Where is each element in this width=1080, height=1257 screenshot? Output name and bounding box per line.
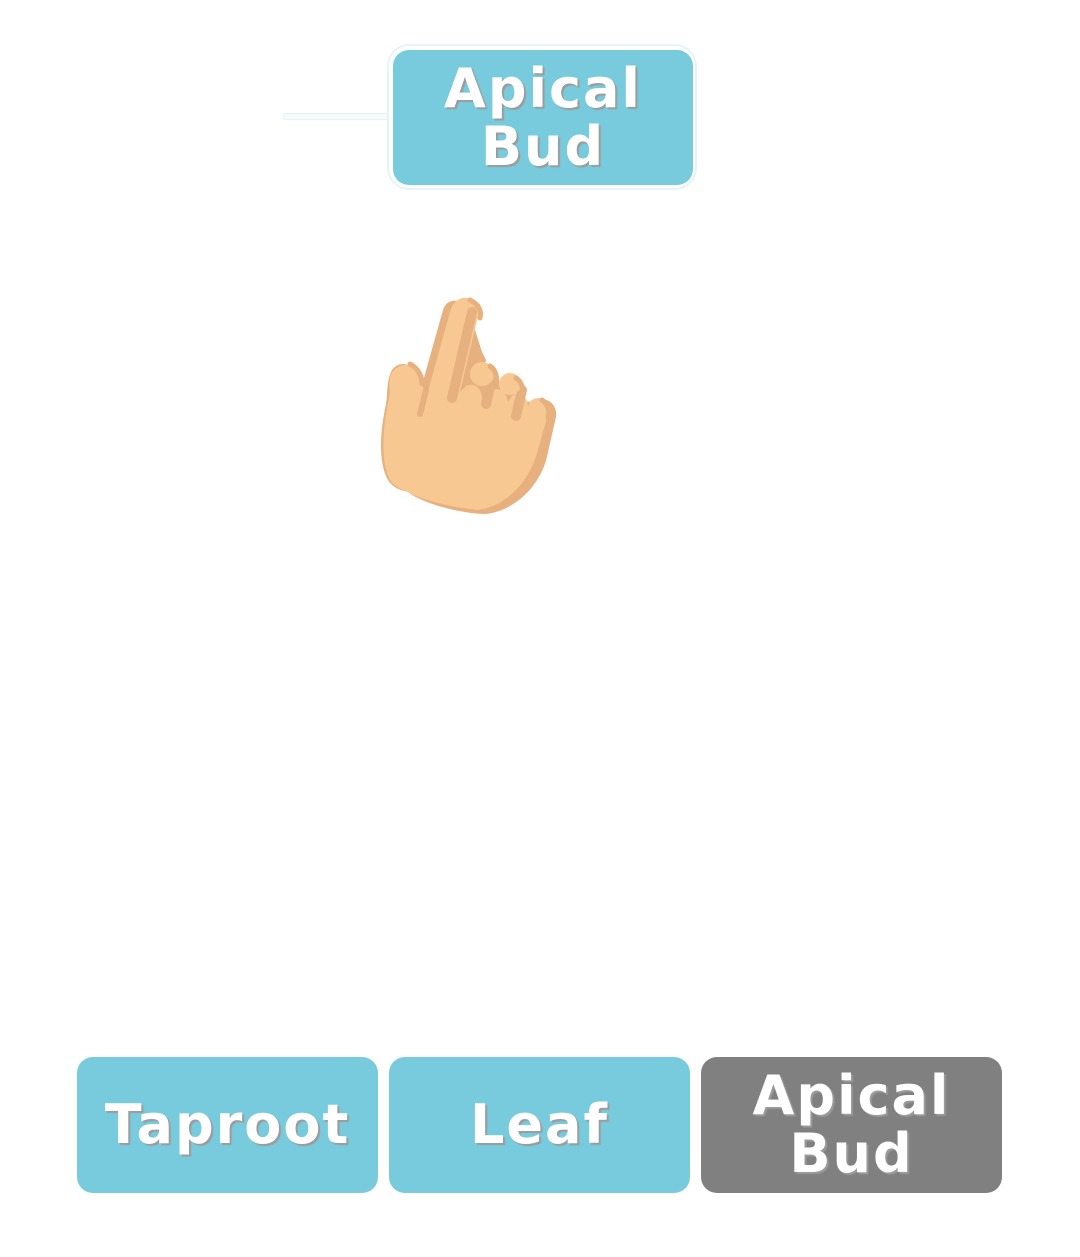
dragged-label-text: Apical Bud [444, 56, 642, 178]
choice-apical-bud[interactable]: Apical Bud [701, 1057, 1002, 1193]
choice-label: Taproot [104, 1093, 351, 1156]
choice-label: Leaf [470, 1093, 609, 1156]
pointing-hand-icon [381, 297, 557, 514]
choice-label: Apical Bud [752, 1064, 951, 1185]
choice-taproot[interactable]: Taproot [77, 1057, 378, 1193]
label-connector-line [283, 113, 393, 120]
dragged-label-apical-bud[interactable]: Apical Bud [393, 50, 693, 185]
activity-canvas: Apical Bud Taproot Leaf Apical Bud [0, 0, 1080, 1257]
choice-leaf[interactable]: Leaf [389, 1057, 690, 1193]
